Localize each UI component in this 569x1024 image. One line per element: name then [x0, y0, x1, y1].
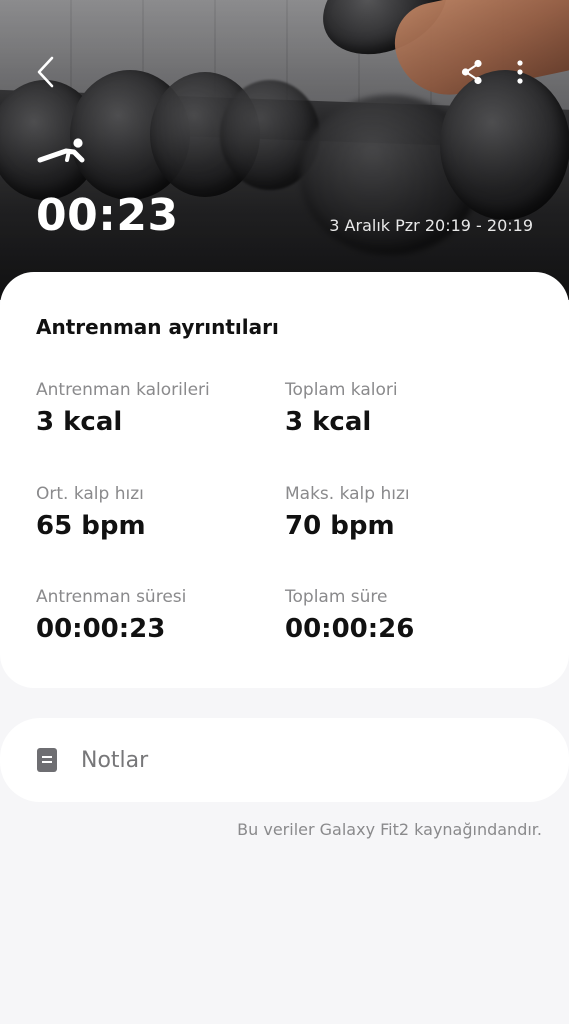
stat-label: Toplam süre [285, 587, 388, 607]
stat-label: Maks. kalp hızı [285, 484, 410, 504]
stat-value: 3 kcal [285, 407, 372, 437]
workout-header-image: 00:23 3 Aralık Pzr 20:19 - 20:19 [0, 0, 569, 300]
share-button[interactable] [454, 54, 490, 90]
more-options-button[interactable] [506, 54, 534, 90]
data-source-note: Bu veriler Galaxy Fit2 kaynağındandır. [237, 820, 542, 839]
stat-value: 65 bpm [36, 511, 146, 541]
chevron-left-icon [37, 56, 54, 88]
stat-value: 00:00:26 [285, 614, 415, 644]
stat-total-duration: Toplam süre 00:00:26 [285, 585, 525, 645]
stat-label: Antrenman kalorileri [36, 380, 210, 400]
workout-duration: 00:23 [36, 190, 179, 241]
back-button[interactable] [28, 54, 64, 90]
more-vertical-icon [517, 60, 523, 84]
workout-details-card: Antrenman ayrıntıları Antrenman kalorile… [0, 272, 569, 688]
workout-date-range: 3 Aralık Pzr 20:19 - 20:19 [329, 216, 533, 235]
notes-button[interactable]: Notlar [0, 718, 569, 802]
stat-max-heart-rate: Maks. kalp hızı 70 bpm [285, 482, 525, 542]
share-icon [461, 59, 482, 85]
workout-detail-screen: 00:23 3 Aralık Pzr 20:19 - 20:19 Antrenm… [0, 0, 569, 1024]
stat-total-calories: Toplam kalori 3 kcal [285, 378, 525, 438]
notes-label: Notlar [81, 748, 149, 773]
stat-value: 3 kcal [36, 407, 123, 437]
stat-workout-calories: Antrenman kalorileri 3 kcal [36, 378, 276, 438]
stat-workout-duration: Antrenman süresi 00:00:23 [36, 585, 276, 645]
stat-label: Antrenman süresi [36, 587, 187, 607]
stat-average-heart-rate: Ort. kalp hızı 65 bpm [36, 482, 276, 542]
section-title: Antrenman ayrıntıları [36, 315, 279, 339]
stat-label: Toplam kalori [285, 380, 398, 400]
note-icon [37, 748, 57, 772]
stat-label: Ort. kalp hızı [36, 484, 144, 504]
plank-exercise-icon [37, 138, 85, 163]
stat-value: 00:00:23 [36, 614, 166, 644]
stat-value: 70 bpm [285, 511, 395, 541]
